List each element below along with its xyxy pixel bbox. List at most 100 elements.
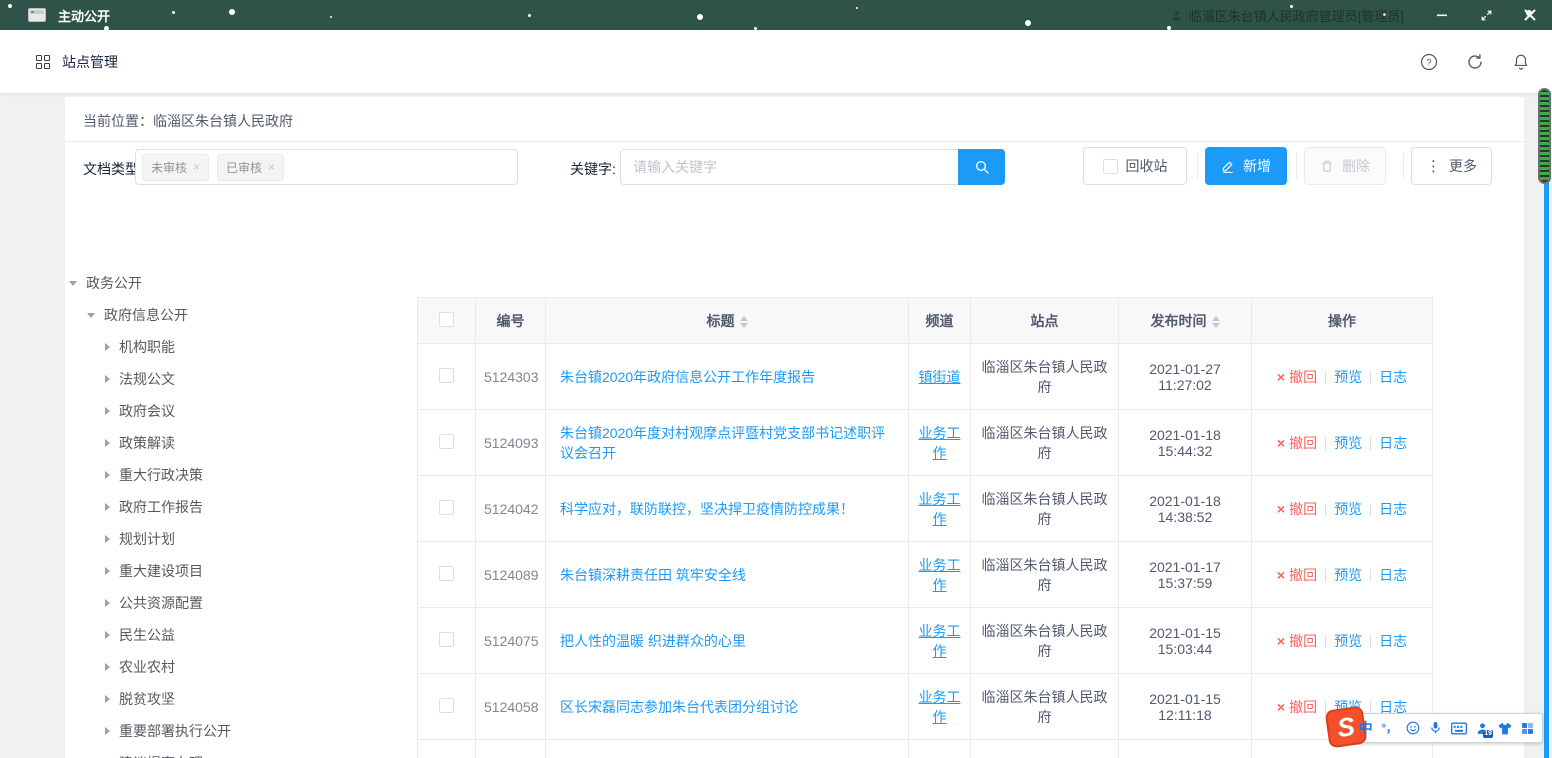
scrollbar-track[interactable] xyxy=(1544,93,1549,758)
caret-icon[interactable] xyxy=(105,535,110,543)
tree-node[interactable]: 建议提案办理 xyxy=(65,747,417,758)
log-link[interactable]: 日志 xyxy=(1379,633,1407,649)
ime-punctuation-icon[interactable]: °， xyxy=(1382,720,1397,736)
preview-link[interactable]: 预览 xyxy=(1334,435,1362,451)
tree-node[interactable]: 政务公开 xyxy=(65,267,417,299)
minimize-button[interactable] xyxy=(1420,0,1464,30)
maximize-button[interactable] xyxy=(1464,0,1508,30)
row-title-link[interactable]: 朱台镇2020年政府信息公开工作年度报告 xyxy=(560,369,815,385)
tree-node[interactable]: 规划计划 xyxy=(65,523,417,555)
tree-node[interactable]: 公共资源配置 xyxy=(65,587,417,619)
preview-link[interactable]: 预览 xyxy=(1334,369,1362,385)
preview-link[interactable]: 预览 xyxy=(1334,633,1362,649)
withdraw-button[interactable]: ×撤回 xyxy=(1277,633,1317,649)
doc-type-select[interactable]: 未审核 × 已审核 × xyxy=(135,149,518,185)
recycle-bin-button[interactable]: 回收站 xyxy=(1083,147,1187,185)
tag-remove-icon[interactable]: × xyxy=(193,161,200,173)
row-checkbox[interactable] xyxy=(439,434,454,449)
row-title-link[interactable]: 区长宋磊同志参加朱台代表团分组讨论 xyxy=(560,699,798,715)
withdraw-button[interactable]: ×撤回 xyxy=(1277,435,1317,451)
row-channel-link[interactable]: 业务工作 xyxy=(919,689,961,725)
scrollbar-thumb[interactable] xyxy=(1538,88,1551,184)
caret-icon[interactable] xyxy=(105,343,110,351)
tree-node[interactable]: 农业农村 xyxy=(65,651,417,683)
keyword-input[interactable] xyxy=(620,149,958,185)
caret-icon[interactable] xyxy=(105,407,110,415)
tree-node[interactable]: 机构职能 xyxy=(65,331,417,363)
preview-link[interactable]: 预览 xyxy=(1334,501,1362,517)
tree-node[interactable]: 政府信息公开 xyxy=(65,299,417,331)
row-title-link[interactable]: 朱台镇2020年度对村观摩点评暨村党支部书记述职评议会召开 xyxy=(560,425,885,461)
ime-menu-icon[interactable] xyxy=(1521,722,1534,735)
row-channel-link[interactable]: 业务工作 xyxy=(919,425,961,461)
row-channel-link[interactable]: 业务工作 xyxy=(919,623,961,659)
row-channel-link[interactable]: 业务工作 xyxy=(919,557,961,593)
bell-icon[interactable] xyxy=(1512,53,1530,71)
recycle-bin-checkbox[interactable] xyxy=(1103,159,1118,174)
row-checkbox[interactable] xyxy=(439,566,454,581)
withdraw-button[interactable]: ×撤回 xyxy=(1277,501,1317,517)
row-channel-link[interactable]: 镇街道 xyxy=(919,369,961,385)
ime-emoji-icon[interactable] xyxy=(1406,721,1420,735)
ime-skin-icon[interactable] xyxy=(1498,722,1512,735)
tree-node[interactable]: 法规公文 xyxy=(65,363,417,395)
caret-icon[interactable] xyxy=(87,313,95,318)
tree-node[interactable]: 政府工作报告 xyxy=(65,491,417,523)
modules-grid-icon[interactable] xyxy=(36,55,50,69)
log-link[interactable]: 日志 xyxy=(1379,567,1407,583)
select-all-checkbox[interactable] xyxy=(439,312,454,327)
caret-icon[interactable] xyxy=(105,631,110,639)
tree-node[interactable]: 政策解读 xyxy=(65,427,417,459)
col-time[interactable]: 发布时间 xyxy=(1119,298,1252,344)
caret-icon[interactable] xyxy=(105,695,110,703)
row-title-link[interactable]: 科学应对，联防联控，坚决捍卫疫情防控成果！ xyxy=(560,501,854,517)
ime-keyboard-icon[interactable] xyxy=(1451,722,1467,735)
titlebar-user-menu[interactable]: 临淄区朱台镇人民政府管理员[管理员] xyxy=(1170,0,1404,30)
log-link[interactable]: 日志 xyxy=(1379,369,1407,385)
ime-voice-icon[interactable] xyxy=(1429,721,1442,735)
tree-node[interactable]: 脱贫攻坚 xyxy=(65,683,417,715)
caret-icon[interactable] xyxy=(105,439,110,447)
row-checkbox[interactable] xyxy=(439,632,454,647)
tree-node[interactable]: 重大建设项目 xyxy=(65,555,417,587)
preview-link[interactable]: 预览 xyxy=(1334,567,1362,583)
sort-icon[interactable] xyxy=(1212,316,1220,328)
withdraw-button[interactable]: ×撤回 xyxy=(1277,699,1317,715)
tree-node[interactable]: 民生公益 xyxy=(65,619,417,651)
row-checkbox[interactable] xyxy=(439,500,454,515)
caret-icon[interactable] xyxy=(69,281,77,286)
help-icon[interactable]: ? xyxy=(1420,53,1438,71)
row-title-link[interactable]: 把人性的温暖 织进群众的心里 xyxy=(560,633,746,649)
caret-icon[interactable] xyxy=(105,567,110,575)
row-channel-link[interactable]: 业务工作 xyxy=(919,491,961,527)
nav-title[interactable]: 站点管理 xyxy=(62,52,118,72)
close-button[interactable] xyxy=(1508,0,1552,30)
ime-account-icon[interactable]: 19 xyxy=(1476,722,1489,735)
add-button[interactable]: 新增 xyxy=(1205,147,1287,185)
row-checkbox[interactable] xyxy=(439,698,454,713)
sort-icon[interactable] xyxy=(740,316,748,328)
tree-node[interactable]: 政府会议 xyxy=(65,395,417,427)
caret-icon[interactable] xyxy=(105,599,110,607)
caret-icon[interactable] xyxy=(105,471,110,479)
delete-button[interactable]: 删除 xyxy=(1304,147,1386,185)
caret-icon[interactable] xyxy=(105,727,110,735)
col-title[interactable]: 标题 xyxy=(546,298,909,344)
log-link[interactable]: 日志 xyxy=(1379,501,1407,517)
withdraw-button[interactable]: ×撤回 xyxy=(1277,567,1317,583)
tree-node[interactable]: 重大行政决策 xyxy=(65,459,417,491)
more-button[interactable]: ⋮ 更多 xyxy=(1411,147,1492,185)
row-checkbox[interactable] xyxy=(439,368,454,383)
search-button[interactable] xyxy=(958,149,1005,185)
tag-remove-icon[interactable]: × xyxy=(268,161,275,173)
caret-icon[interactable] xyxy=(105,503,110,511)
withdraw-button[interactable]: ×撤回 xyxy=(1277,369,1317,385)
caret-icon[interactable] xyxy=(105,375,110,383)
ime-language-mode[interactable]: 中 xyxy=(1359,718,1373,738)
caret-icon[interactable] xyxy=(105,663,110,671)
tree-node[interactable]: 重要部署执行公开 xyxy=(65,715,417,747)
row-site: 临淄区朱台镇人民政府 xyxy=(971,674,1119,740)
row-title-link[interactable]: 朱台镇深耕责任田 筑牢安全线 xyxy=(560,567,746,583)
log-link[interactable]: 日志 xyxy=(1379,435,1407,451)
refresh-icon[interactable] xyxy=(1466,53,1484,71)
